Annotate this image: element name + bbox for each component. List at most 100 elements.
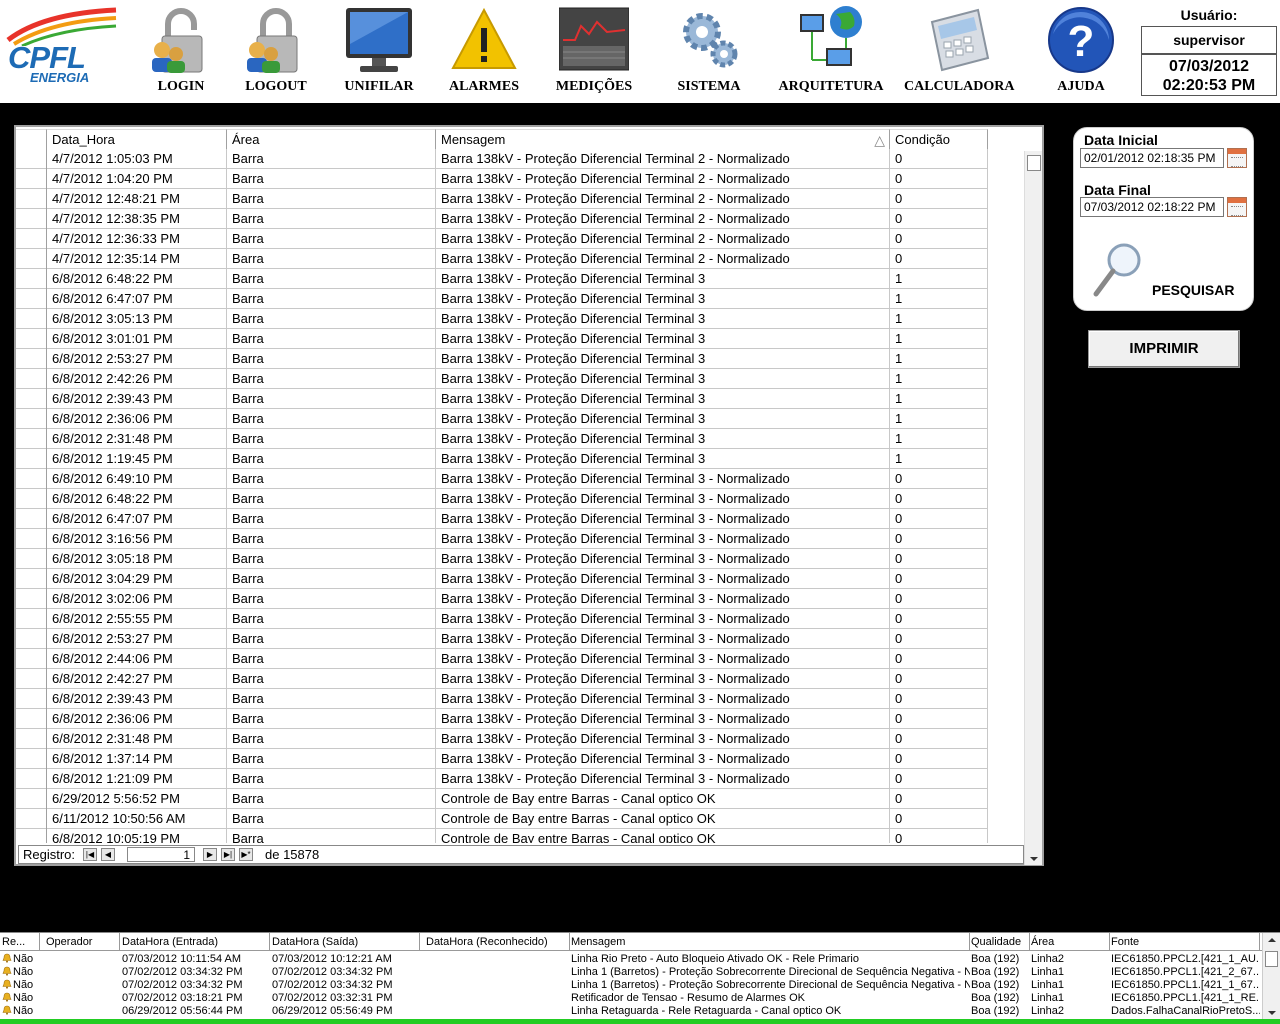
- row-selector[interactable]: [16, 669, 47, 689]
- table-row[interactable]: 4/7/2012 12:35:14 PM Barra Barra 138kV - P…: [16, 249, 988, 269]
- row-selector[interactable]: [16, 709, 47, 729]
- table-row[interactable]: 6/29/2012 5:56:52 PM Barra Controle de Bay…: [16, 789, 988, 809]
- row-selector[interactable]: [16, 489, 47, 509]
- end-date-field[interactable]: 07/03/2012 02:18:22 PM: [1080, 197, 1224, 217]
- ajuda-button[interactable]: ? AJUDA: [1040, 2, 1122, 100]
- previous-record-icon[interactable]: ◀: [101, 848, 115, 861]
- alarm-header-entrada[interactable]: DataHora (Entrada): [120, 933, 270, 951]
- row-selector[interactable]: [16, 809, 47, 829]
- table-row[interactable]: 6/8/2012 10:05:19 PM Barra Controle de Bay…: [16, 829, 988, 843]
- medicoes-button[interactable]: MEDIÇÕES: [548, 2, 640, 100]
- alarm-header-saida[interactable]: DataHora (Saída): [270, 933, 420, 951]
- table-row[interactable]: 6/8/2012 2:31:48 PM Barra Barra 138kV - Pr…: [16, 429, 988, 449]
- row-selector[interactable]: [16, 429, 47, 449]
- alarm-header-reconhecido[interactable]: Re...: [0, 933, 40, 951]
- row-selector[interactable]: [16, 189, 47, 209]
- row-selector[interactable]: [16, 569, 47, 589]
- last-record-icon[interactable]: ▶|: [221, 848, 235, 861]
- row-selector[interactable]: [16, 309, 47, 329]
- alarm-header-qualidade[interactable]: Qualidade: [970, 933, 1030, 951]
- print-button[interactable]: IMPRIMIR: [1088, 330, 1240, 368]
- row-selector[interactable]: [16, 649, 47, 669]
- table-row[interactable]: 6/8/2012 6:47:07 PM Barra Barra 138kV - Pr…: [16, 509, 988, 529]
- table-row[interactable]: 6/8/2012 3:01:01 PM Barra Barra 138kV - Pr…: [16, 329, 988, 349]
- unifilar-button[interactable]: UNIFILAR: [336, 2, 422, 100]
- table-row[interactable]: 6/8/2012 2:39:43 PM Barra Barra 138kV - Pr…: [16, 689, 988, 709]
- row-selector[interactable]: [16, 589, 47, 609]
- column-header-mensagem[interactable]: Mensagem △: [436, 129, 890, 149]
- logout-button[interactable]: LOGOUT: [236, 2, 316, 100]
- row-selector[interactable]: [16, 369, 47, 389]
- next-record-icon[interactable]: ▶: [203, 848, 217, 861]
- row-selector[interactable]: [16, 769, 47, 789]
- scroll-down-arrow-icon[interactable]: [1030, 857, 1038, 861]
- table-row[interactable]: 6/8/2012 3:04:29 PM Barra Barra 138kV - Pr…: [16, 569, 988, 589]
- alarm-header-area[interactable]: Área: [1030, 933, 1110, 951]
- first-record-icon[interactable]: |◀: [83, 848, 97, 861]
- row-selector[interactable]: [16, 729, 47, 749]
- row-selector[interactable]: [16, 289, 47, 309]
- row-selector[interactable]: [16, 689, 47, 709]
- scroll-down-arrow-icon[interactable]: [1268, 1011, 1276, 1015]
- alarm-scrollbar[interactable]: [1262, 933, 1280, 1021]
- new-record-icon[interactable]: ▶*: [239, 848, 253, 861]
- row-selector[interactable]: [16, 529, 47, 549]
- calendar-icon[interactable]: [1227, 148, 1247, 168]
- table-row[interactable]: 6/8/2012 2:42:27 PM Barra Barra 138kV - Pr…: [16, 669, 988, 689]
- calendar-icon[interactable]: [1227, 197, 1247, 217]
- row-selector[interactable]: [16, 829, 47, 843]
- table-row[interactable]: 4/7/2012 12:36:33 PM Barra Barra 138kV - P…: [16, 229, 988, 249]
- column-header-datahora[interactable]: Data_Hora: [47, 129, 227, 149]
- row-selector[interactable]: [16, 749, 47, 769]
- table-row[interactable]: 6/8/2012 6:48:22 PM Barra Barra 138kV - Pr…: [16, 269, 988, 289]
- grid-vertical-scrollbar[interactable]: [1024, 151, 1042, 865]
- alarm-header-operador[interactable]: Operador: [40, 933, 120, 951]
- row-selector[interactable]: [16, 209, 47, 229]
- table-row[interactable]: 6/8/2012 1:21:09 PM Barra Barra 138kV - Pr…: [16, 769, 988, 789]
- table-row[interactable]: 6/8/2012 3:02:06 PM Barra Barra 138kV - Pr…: [16, 589, 988, 609]
- start-date-field[interactable]: 02/01/2012 02:18:35 PM: [1080, 148, 1224, 168]
- table-row[interactable]: 6/8/2012 1:19:45 PM Barra Barra 138kV - Pr…: [16, 449, 988, 469]
- row-selector[interactable]: [16, 329, 47, 349]
- row-selector[interactable]: [16, 389, 47, 409]
- table-row[interactable]: 4/7/2012 1:05:03 PM Barra Barra 138kV - Pr…: [16, 149, 988, 169]
- row-selector[interactable]: [16, 609, 47, 629]
- row-selector[interactable]: [16, 169, 47, 189]
- calculadora-button[interactable]: CALCULADORA: [904, 2, 1014, 100]
- alarmes-button[interactable]: ALARMES: [442, 2, 526, 100]
- alarm-row[interactable]: Não 07/02/2012 03:34:32 PM 07/02/2012 03:3…: [0, 966, 1262, 979]
- row-selector[interactable]: [16, 409, 47, 429]
- row-selector[interactable]: [16, 789, 47, 809]
- alarm-header-reconhecido-time[interactable]: DataHora (Reconhecido): [420, 933, 570, 951]
- row-selector[interactable]: [16, 249, 47, 269]
- table-row[interactable]: 6/8/2012 6:49:10 PM Barra Barra 138kV - Pr…: [16, 469, 988, 489]
- table-row[interactable]: 6/8/2012 3:05:18 PM Barra Barra 138kV - Pr…: [16, 549, 988, 569]
- row-selector-header[interactable]: [16, 129, 47, 149]
- table-row[interactable]: 6/8/2012 2:31:48 PM Barra Barra 138kV - Pr…: [16, 729, 988, 749]
- alarm-header-mensagem[interactable]: Mensagem: [570, 933, 970, 951]
- table-row[interactable]: 6/8/2012 6:47:07 PM Barra Barra 138kV - Pr…: [16, 289, 988, 309]
- row-selector[interactable]: [16, 629, 47, 649]
- table-row[interactable]: 6/8/2012 2:55:55 PM Barra Barra 138kV - Pr…: [16, 609, 988, 629]
- table-row[interactable]: 6/8/2012 2:36:06 PM Barra Barra 138kV - Pr…: [16, 709, 988, 729]
- scrollbar-thumb[interactable]: [1027, 155, 1041, 171]
- row-selector[interactable]: [16, 149, 47, 169]
- row-selector[interactable]: [16, 549, 47, 569]
- table-row[interactable]: 6/8/2012 2:44:06 PM Barra Barra 138kV - Pr…: [16, 649, 988, 669]
- table-row[interactable]: 6/8/2012 2:42:26 PM Barra Barra 138kV - Pr…: [16, 369, 988, 389]
- login-button[interactable]: LOGIN: [142, 2, 220, 100]
- table-row[interactable]: 6/8/2012 2:53:27 PM Barra Barra 138kV - Pr…: [16, 349, 988, 369]
- row-selector[interactable]: [16, 469, 47, 489]
- row-selector[interactable]: [16, 349, 47, 369]
- search-button[interactable]: PESQUISAR: [1090, 240, 1250, 302]
- record-number-input[interactable]: [127, 847, 195, 862]
- column-header-area[interactable]: Área: [227, 129, 436, 149]
- alarm-row[interactable]: Não 06/29/2012 05:56:44 PM 06/29/2012 05:5…: [0, 1005, 1262, 1018]
- scroll-up-arrow-icon[interactable]: [1268, 938, 1276, 942]
- table-row[interactable]: 6/8/2012 2:36:06 PM Barra Barra 138kV - Pr…: [16, 409, 988, 429]
- table-row[interactable]: 4/7/2012 12:38:35 PM Barra Barra 138kV - P…: [16, 209, 988, 229]
- alarm-row[interactable]: Não 07/02/2012 03:34:32 PM 07/02/2012 03:3…: [0, 979, 1262, 992]
- table-row[interactable]: 6/8/2012 3:16:56 PM Barra Barra 138kV - Pr…: [16, 529, 988, 549]
- table-row[interactable]: 6/8/2012 3:05:13 PM Barra Barra 138kV - Pr…: [16, 309, 988, 329]
- table-row[interactable]: 6/8/2012 2:39:43 PM Barra Barra 138kV - Pr…: [16, 389, 988, 409]
